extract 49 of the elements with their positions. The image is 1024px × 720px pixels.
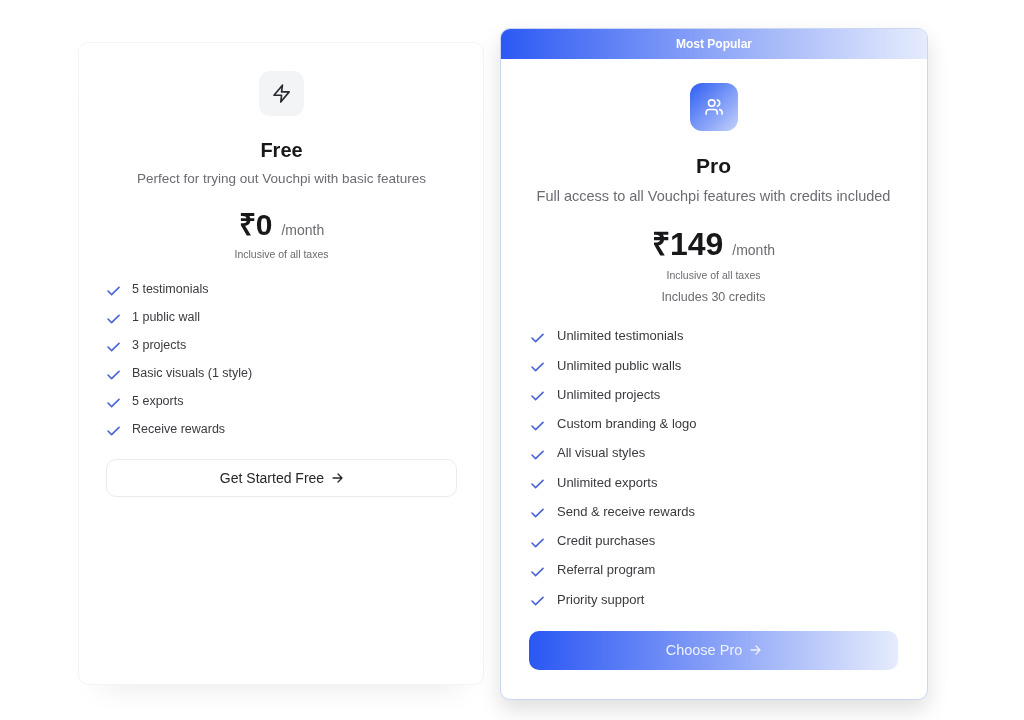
feature-text: Basic visuals (1 style) bbox=[132, 365, 253, 382]
check-icon bbox=[107, 369, 120, 380]
lightning-icon bbox=[259, 71, 304, 116]
feature-text: Unlimited testimonials bbox=[557, 327, 684, 346]
check-icon bbox=[107, 425, 120, 436]
plan-description: Full access to all Vouchpi features with credits included bbox=[536, 187, 891, 207]
arrow-icon bbox=[750, 645, 762, 656]
plan-price: ₹0 bbox=[238, 207, 273, 243]
check-icon bbox=[107, 341, 120, 352]
plan-description: Perfect for trying out Vouchpi with basic features bbox=[137, 170, 426, 188]
plan-name: Pro bbox=[696, 153, 731, 180]
feature-text: Unlimited projects bbox=[557, 385, 661, 404]
feature-text: 5 exports bbox=[132, 393, 184, 410]
plan-price: ₹149 bbox=[651, 225, 724, 264]
check-icon bbox=[107, 397, 120, 408]
check-icon bbox=[531, 420, 544, 431]
plan-name: Free bbox=[260, 138, 303, 163]
popular-banner: Most Popular bbox=[501, 29, 927, 60]
check-icon bbox=[531, 362, 544, 373]
tax-note: Inclusive of all taxes bbox=[234, 247, 329, 261]
arrow-icon bbox=[332, 473, 344, 483]
check-icon bbox=[531, 449, 544, 460]
check-icon bbox=[531, 566, 544, 577]
feature-text: Unlimited public walls bbox=[557, 356, 682, 375]
feature-text: Unlimited exports bbox=[557, 473, 658, 492]
feature-text: 1 public wall bbox=[132, 309, 201, 326]
tax-note: Inclusive of all taxes bbox=[666, 268, 761, 283]
credits-note: Includes 30 credits bbox=[661, 289, 766, 307]
users-icon bbox=[689, 83, 738, 132]
feature-text: All visual styles bbox=[557, 444, 646, 463]
feature-text: Priority support bbox=[557, 590, 645, 609]
feature-text: Send & receive rewards bbox=[557, 502, 695, 521]
check-icon bbox=[531, 596, 544, 607]
feature-text: 5 testimonials bbox=[132, 281, 209, 298]
feature-text: Credit purchases bbox=[557, 532, 656, 551]
check-icon bbox=[531, 537, 544, 548]
check-icon bbox=[531, 332, 544, 343]
check-icon bbox=[531, 479, 544, 490]
check-icon bbox=[107, 313, 120, 324]
check-icon bbox=[531, 391, 544, 402]
check-icon bbox=[107, 285, 120, 296]
check-icon bbox=[531, 508, 544, 519]
feature-text: 3 projects bbox=[132, 337, 187, 354]
price-period: /month bbox=[281, 221, 325, 239]
feature-text: Receive rewards bbox=[132, 421, 226, 438]
plan-button[interactable]: Get Started Free bbox=[106, 459, 457, 497]
feature-text: Custom branding & logo bbox=[557, 415, 697, 434]
feature-text: Referral program bbox=[557, 561, 656, 580]
price-period: /month bbox=[732, 241, 776, 260]
